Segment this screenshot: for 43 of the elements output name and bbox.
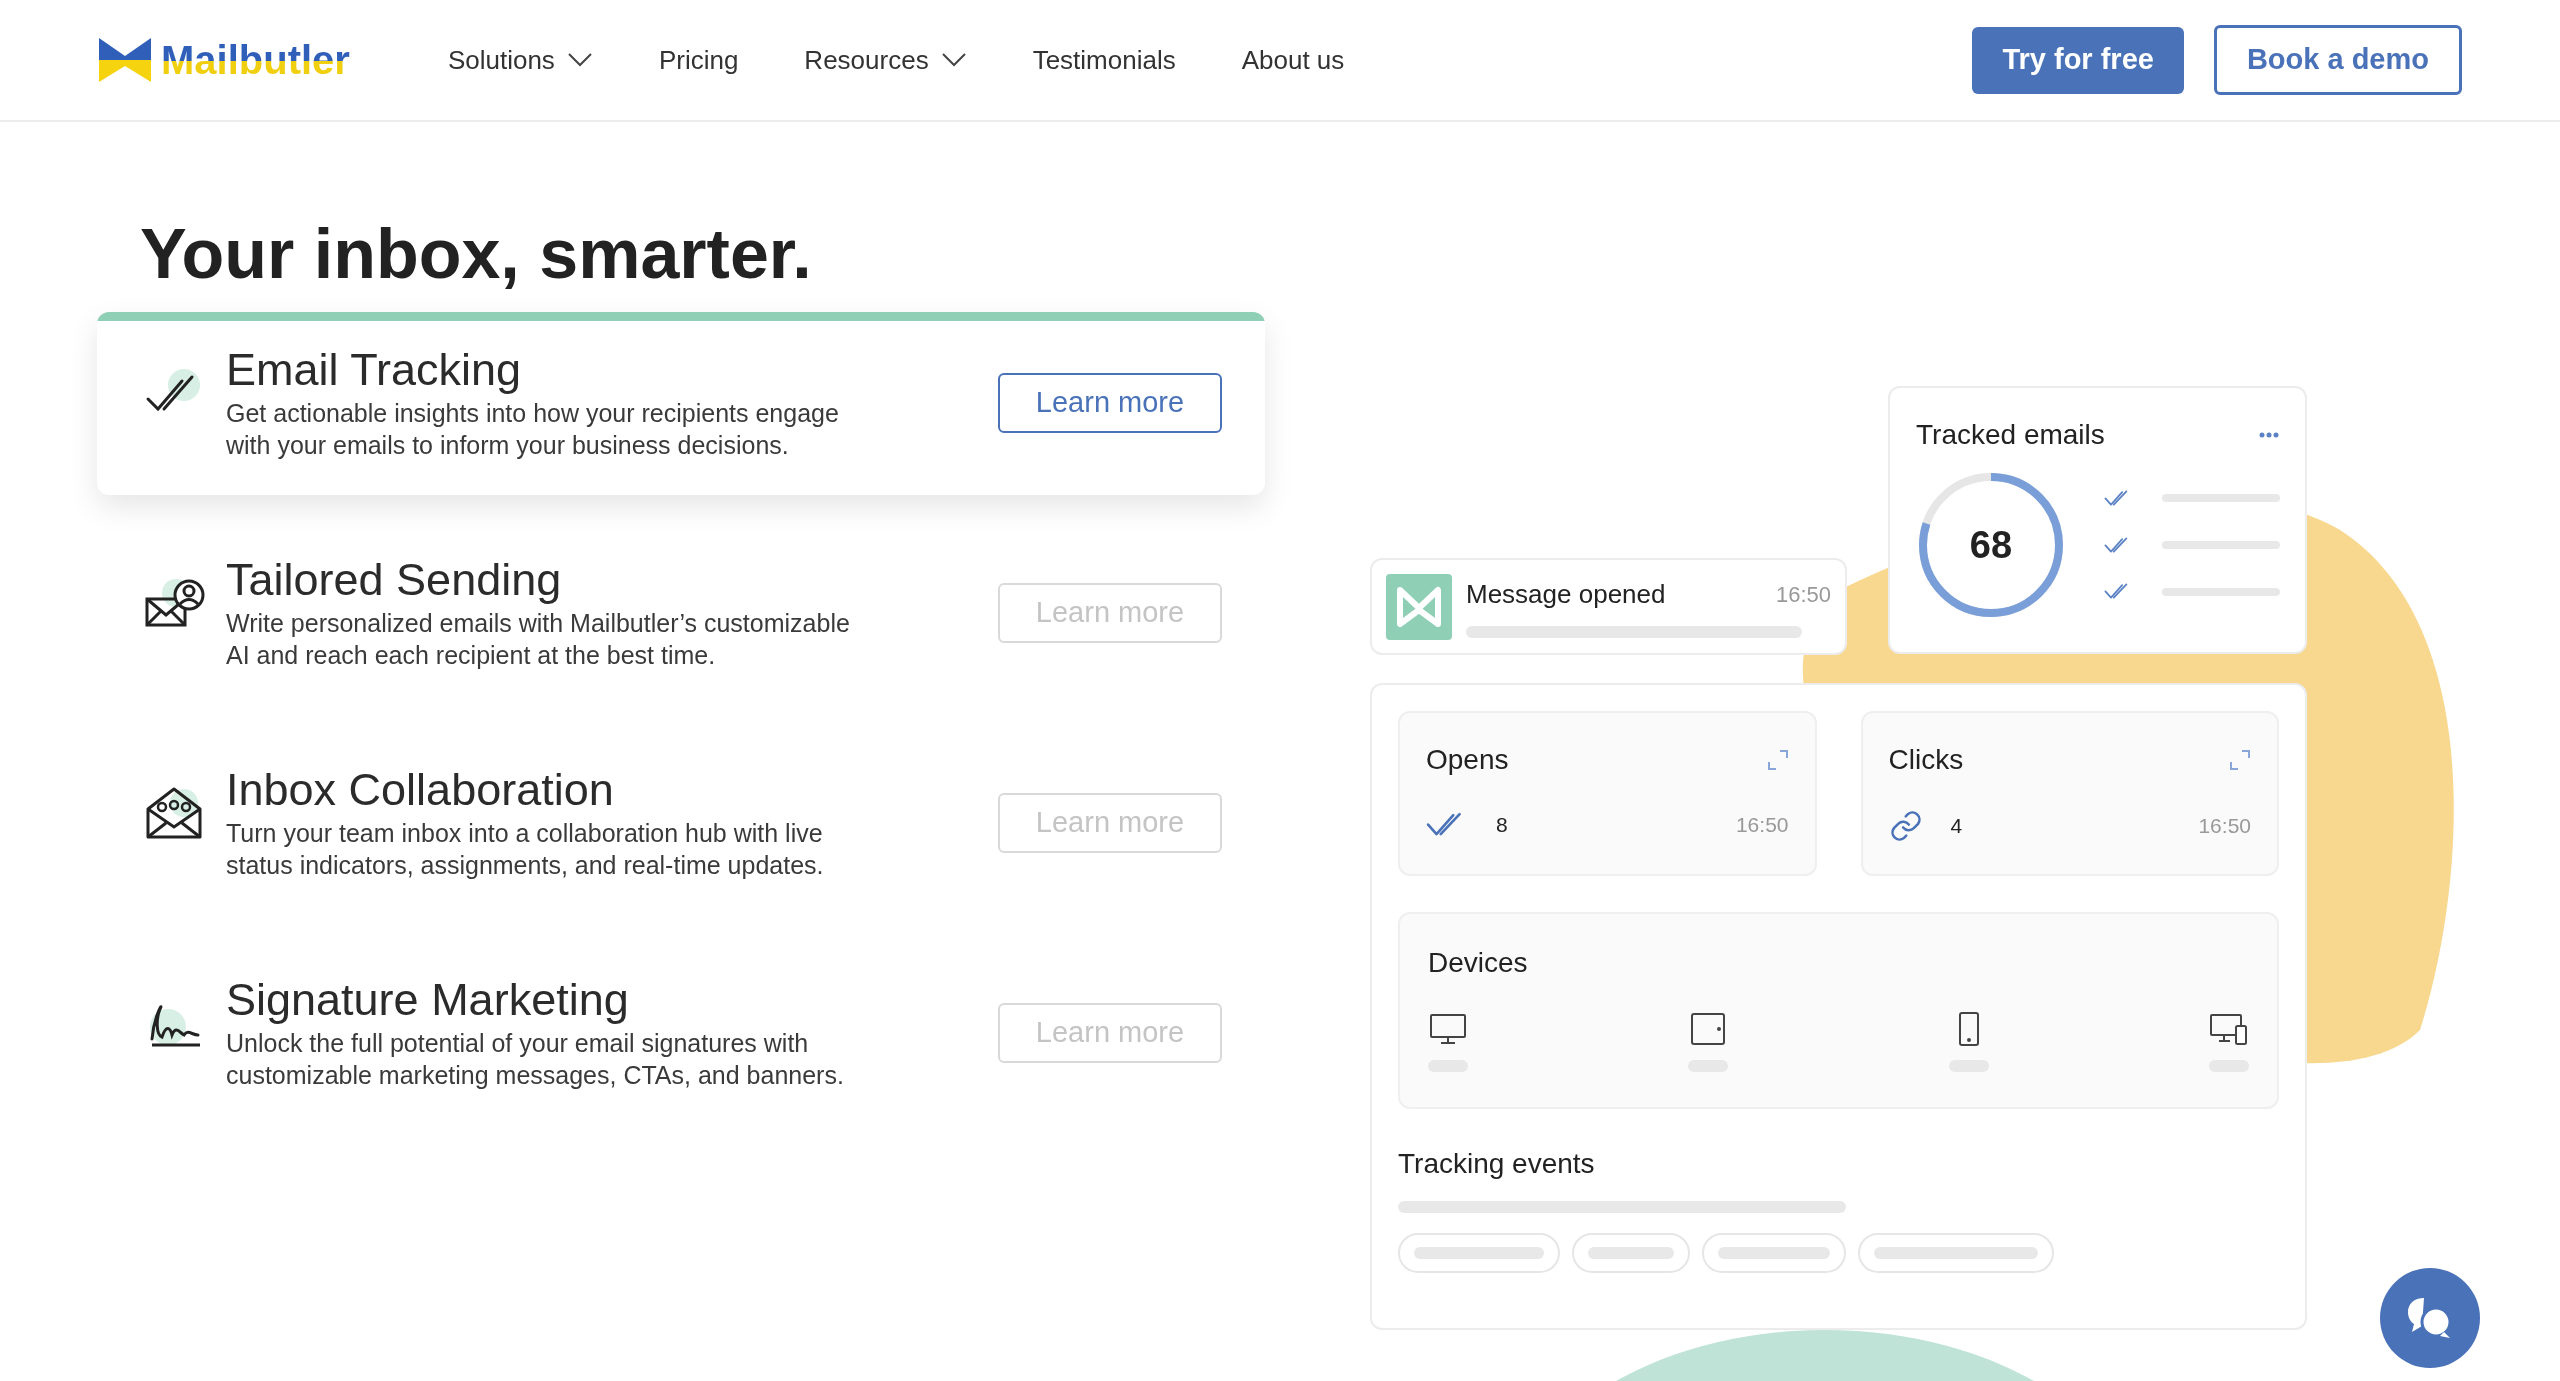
feature-item[interactable]: Signature Marketing Unlock the full potential of your email signatures with customizable marketing messages, CTAs, and banners. Learn more	[97, 942, 1265, 1125]
nav-link[interactable]: Testimonials	[1032, 40, 1176, 80]
nav-link[interactable]: About us	[1241, 40, 1345, 80]
feature-description: Get actionable insights into how your recipients engage with your emails to inform your business decisions.	[226, 398, 840, 461]
expand-icon[interactable]	[2229, 749, 2251, 771]
hero-title: Your inbox, smarter.	[140, 214, 813, 294]
feature-title: Tailored Sending	[226, 553, 563, 607]
feature-title: Signature Marketing	[226, 973, 630, 1027]
section-title: Tracking events	[1398, 1147, 1596, 1181]
stat-count: 8	[1496, 812, 1508, 838]
nav-link[interactable]: Solutions	[447, 40, 593, 80]
feature-item[interactable]: Inbox Collaboration Turn your team inbox into a collaboration hub with live status indicators, assignments, and real-time updates. Learn more	[97, 732, 1265, 915]
tracked-count: 68	[1969, 523, 2013, 567]
stat-title: Opens	[1426, 743, 1509, 777]
monitor-phone-icon	[2210, 1012, 2248, 1046]
book-demo-button[interactable]: Book a demo	[2213, 25, 2462, 95]
feature-card[interactable]: Email Tracking Get actionable insights into how your recipients engage with your emails to inform your business decisions. Learn more	[97, 312, 1265, 495]
tablet-icon	[1689, 1012, 1728, 1046]
learn-more-button[interactable]: Learn more	[998, 373, 1222, 433]
nav-link[interactable]: Pricing	[658, 40, 739, 80]
link-icon	[1888, 809, 1923, 843]
stat-count: 4	[1950, 813, 1963, 840]
stat-time: 16:50	[1735, 812, 1789, 838]
feature-description: Turn your team inbox into a collaboration hub with live status indicators, assignments, and real-time updates.	[226, 818, 825, 881]
panel-title: Devices	[1428, 947, 1528, 978]
feature-description: Unlock the full potential of your email signatures with customizable marketing messages, CTAs, and banners.	[226, 1028, 845, 1091]
notification-time: 16:50	[1775, 581, 1831, 609]
feature-description: Write personalized emails with Mailbutler’s customizable AI and reach each recipient at the best time.	[226, 608, 851, 671]
notification-title: Message opened	[1466, 578, 1666, 611]
monitor-icon	[1429, 1012, 1467, 1046]
stat-time: 16:50	[2198, 813, 2251, 840]
feature-title: Email Tracking	[226, 343, 523, 397]
chevron-down-icon	[566, 52, 593, 68]
chevron-down-icon	[940, 52, 967, 68]
feature-item[interactable]: Tailored Sending Write personalized emails with Mailbutler’s customizable AI and reach each recipient at the best time. Learn more	[97, 522, 1265, 705]
stat-title: Clicks	[1888, 743, 1964, 777]
expand-icon[interactable]	[1766, 749, 1789, 771]
logo-icon	[1386, 573, 1452, 640]
feature-title: Inbox Collaboration	[226, 763, 615, 817]
try-free-button[interactable]: Try for free	[1972, 26, 2184, 94]
card-title: Tracked emails	[1916, 418, 2105, 452]
nav-link[interactable]: Resources	[804, 40, 967, 80]
more-icon[interactable]	[2259, 432, 2279, 438]
